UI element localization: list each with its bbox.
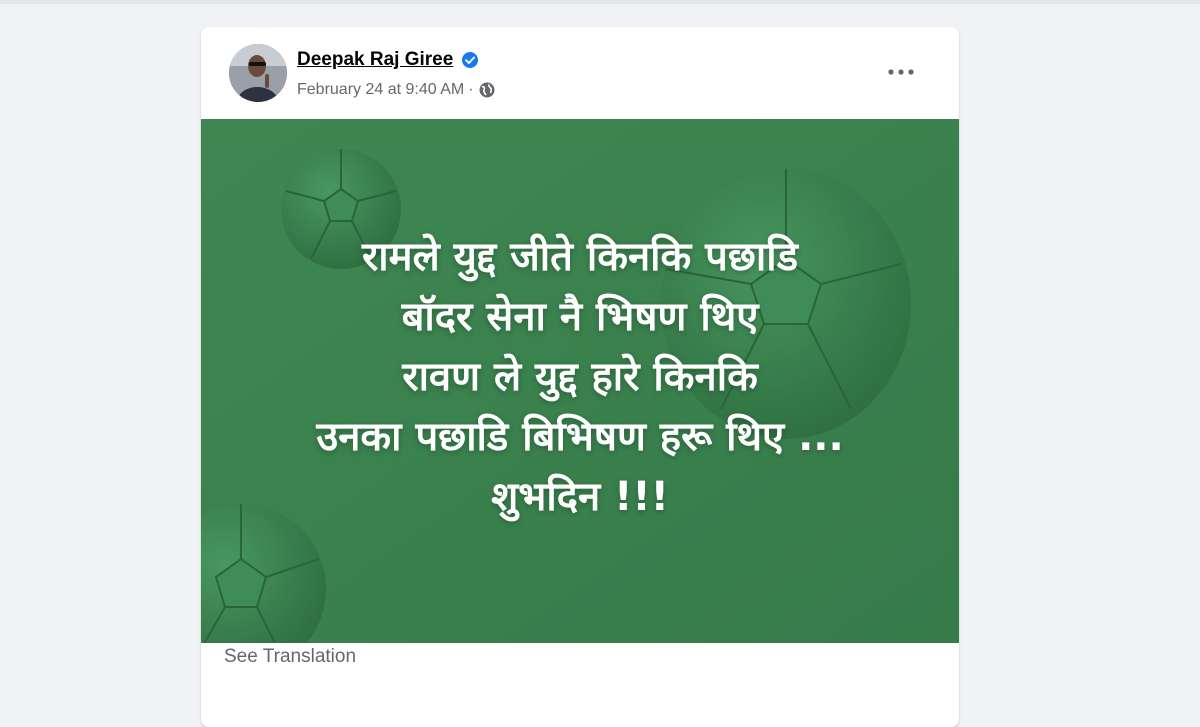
- post-image[interactable]: रामले युद्द जीते किनकि पछाडि बॉदर सेना न…: [201, 119, 959, 643]
- quote-line: शुभदिन !!!: [491, 474, 669, 520]
- post-header: Deepak Raj Giree February 24 at 9:40 AM …: [201, 27, 959, 119]
- meta-separator: ·: [468, 81, 474, 98]
- more-options-icon: [888, 69, 914, 75]
- see-translation-link[interactable]: See Translation: [224, 646, 356, 668]
- globe-icon[interactable]: [478, 81, 496, 99]
- author-name[interactable]: Deepak Raj Giree: [297, 49, 453, 71]
- quote-line: रावण ले युद्द हारे किनकि: [402, 354, 758, 400]
- post-timestamp[interactable]: February 24 at 9:40 AM: [297, 81, 464, 99]
- author-avatar[interactable]: [229, 44, 287, 102]
- verified-badge-icon: [462, 52, 479, 68]
- quote-line: बॉदर सेना नै भिषण थिए: [401, 294, 759, 340]
- image-quote-text: रामले युद्द जीते किनकि पछाडि बॉदर सेना न…: [201, 227, 959, 527]
- more-options-button[interactable]: [883, 57, 919, 87]
- quote-line: रामले युद्द जीते किनकि पछाडि: [361, 234, 799, 280]
- top-divider: [0, 0, 1200, 4]
- feed-post: Deepak Raj Giree February 24 at 9:40 AM …: [201, 27, 959, 727]
- quote-line: उनका पछाडि बिभिषण हरू थिए ...: [316, 414, 844, 460]
